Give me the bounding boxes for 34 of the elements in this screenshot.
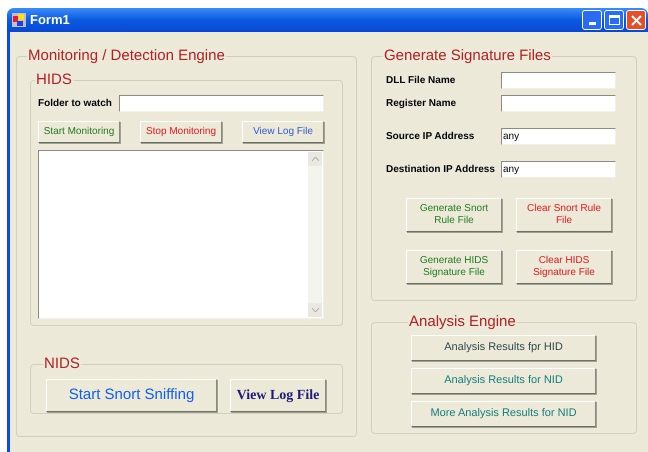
input-field[interactable]: any — [501, 161, 616, 178]
button[interactable]: Start Snort Sniffing — [46, 379, 217, 412]
group-title: Generate Signature Files — [384, 47, 551, 64]
button[interactable]: Generate Snort Rule File — [406, 198, 502, 232]
group-title: NIDS — [44, 355, 80, 372]
field-label: Destination IP Address — [386, 163, 495, 177]
group-title: Monitoring / Detection Engine — [28, 47, 225, 64]
group-title: HIDS — [36, 71, 72, 88]
input-field[interactable] — [119, 95, 324, 112]
field-label: Source IP Address — [386, 130, 474, 144]
input-field[interactable] — [501, 95, 616, 112]
field-label: DLL File Name — [386, 74, 456, 88]
button[interactable]: Start Monitoring — [38, 121, 120, 143]
button[interactable]: View Log File — [230, 379, 326, 412]
button[interactable]: Clear HIDS Signature File — [516, 250, 612, 284]
app-icon — [12, 13, 26, 27]
button[interactable]: Analysis Results for NID — [411, 368, 596, 394]
field-label: Register Name — [386, 97, 456, 111]
group-title: Analysis Engine — [409, 313, 516, 330]
maximize-button[interactable] — [604, 10, 624, 30]
field-label: Folder to watch — [38, 97, 113, 111]
input-field[interactable]: any — [501, 128, 616, 145]
button[interactable]: Analysis Results fpr HID — [411, 335, 596, 361]
button[interactable]: Generate HIDS Signature File — [406, 250, 502, 284]
close-button[interactable] — [626, 10, 646, 30]
button[interactable]: Clear Snort Rule File — [516, 198, 612, 232]
scrollbar[interactable] — [308, 152, 322, 317]
input-field[interactable] — [501, 72, 616, 89]
button[interactable]: Stop Monitoring — [140, 121, 222, 143]
window-title: Form1 — [30, 11, 70, 30]
button[interactable]: View Log File — [242, 121, 324, 143]
button[interactable]: More Analysis Results for NID — [411, 401, 596, 427]
close-icon — [630, 14, 642, 26]
minimize-button[interactable] — [582, 10, 602, 30]
